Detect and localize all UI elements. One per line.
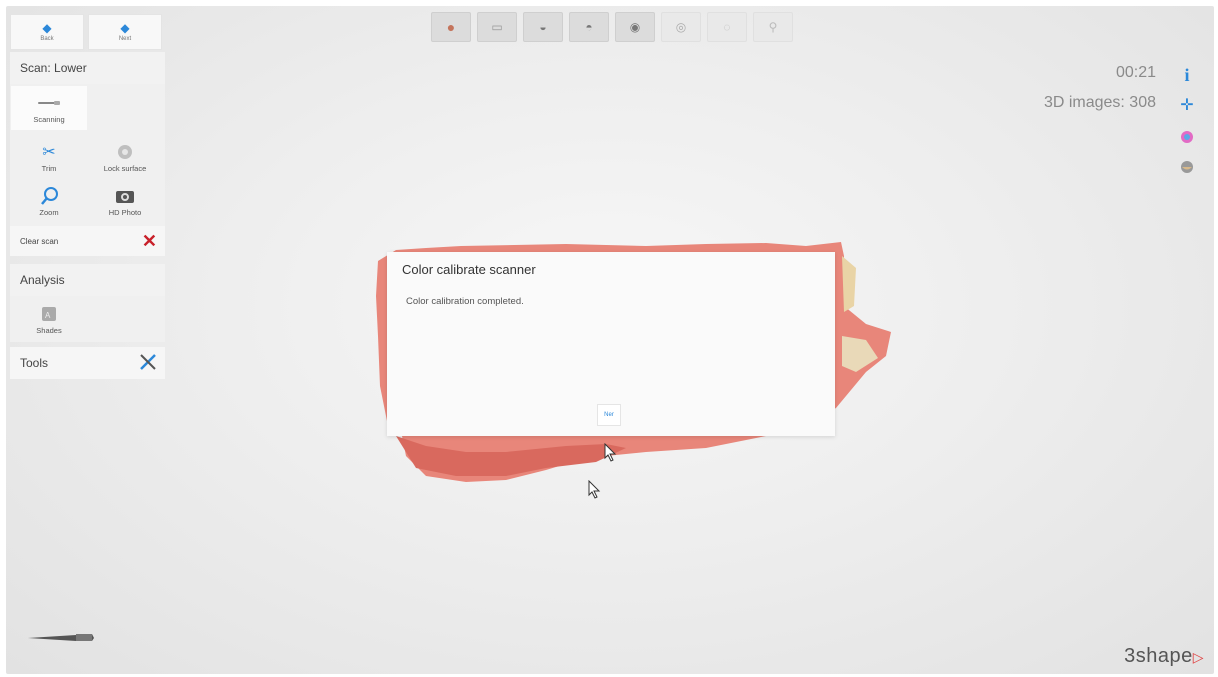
color-wheel-icon (1180, 130, 1194, 149)
next-label: Next (118, 36, 132, 42)
lock-surface-label: Lock surface (103, 163, 147, 173)
back-button[interactable]: ◆ Back (10, 14, 84, 50)
info-icon: i (1184, 64, 1190, 85)
zoom-label: Zoom (39, 207, 59, 217)
mouse-cursor-icon (604, 443, 617, 462)
lower-jaw-icon: ◒ (539, 20, 547, 34)
workflow-analyze-step[interactable]: ◌ (707, 12, 747, 42)
image-count: 3D images: 308 (1043, 94, 1156, 111)
clear-scan-label: Clear scan (20, 236, 59, 246)
send-icon: ⚲ (768, 20, 778, 34)
scan-viewport[interactable]: ◆ Back ◆ Next Scan: Lower Scanning ✂ Tri… (6, 6, 1214, 674)
tools-icon (139, 353, 157, 374)
color-toggle-button[interactable] (1176, 128, 1198, 150)
scanner-icon (36, 93, 62, 113)
magnifier-icon (39, 186, 59, 206)
trim-tool[interactable]: ✂ Trim (11, 136, 87, 178)
shades-label: Shades (36, 325, 62, 335)
color-calibration-dialog: Color calibrate scanner Color calibratio… (387, 252, 835, 436)
brand-logo: 3shape▷ (1124, 645, 1204, 668)
lock-surface-icon (116, 142, 134, 162)
workflow-send-step[interactable]: ⚲ (753, 12, 793, 42)
arrow-left-icon: ◆ (42, 21, 52, 35)
upper-jaw-icon: ◓ (585, 20, 593, 34)
clear-scan-row[interactable]: Clear scan ✕ (10, 226, 165, 256)
order-icon: ▭ (491, 20, 503, 34)
crosshair-icon: ✛ (1180, 97, 1194, 114)
hd-photo-label: HD Photo (108, 207, 142, 217)
post-process-icon: ◎ (675, 20, 687, 34)
workflow-lower-scan-step[interactable]: ◒ (523, 12, 563, 42)
analyze-icon: ◌ (723, 20, 731, 34)
close-icon[interactable]: ✕ (142, 232, 157, 250)
scanner-device-icon (28, 634, 94, 641)
shade-guide-icon: A (41, 304, 57, 324)
dialog-title: Color calibrate scanner (402, 262, 536, 277)
logo-triangle-icon: ▷ (1192, 649, 1204, 665)
zoom-tool[interactable]: Zoom (11, 180, 87, 222)
dialog-message: Color calibration completed. (406, 296, 524, 307)
tooth-view-icon (1180, 160, 1194, 179)
hd-photo-tool[interactable]: HD Photo (87, 180, 163, 222)
workflow-bite-step[interactable]: ◉ (615, 12, 655, 42)
mouse-cursor-icon (588, 480, 601, 499)
next-button[interactable]: ◆ Next (88, 14, 162, 50)
arrow-right-icon: ◆ (120, 21, 130, 35)
shades-tool[interactable]: A Shades (11, 298, 87, 340)
workflow-patient-step[interactable]: ● (431, 12, 471, 42)
workflow-order-step[interactable]: ▭ (477, 12, 517, 42)
workflow-upper-scan-step[interactable]: ◓ (569, 12, 609, 42)
logo-text: 3shape (1124, 645, 1193, 667)
tools-header[interactable]: Tools (10, 347, 165, 379)
svg-text:A: A (45, 311, 51, 320)
scanning-tool[interactable]: Scanning (11, 86, 87, 130)
analysis-header: Analysis (10, 264, 165, 296)
scan-timer: 00:21 (1115, 64, 1156, 81)
center-view-button[interactable]: ✛ (1176, 94, 1198, 116)
lock-surface-tool[interactable]: Lock surface (87, 136, 163, 178)
workflow-post-step[interactable]: ◎ (661, 12, 701, 42)
texture-toggle-button[interactable] (1176, 158, 1198, 180)
camera-icon (115, 186, 135, 206)
scan-header: Scan: Lower (10, 52, 165, 84)
dialog-ok-button[interactable]: Ner (597, 404, 621, 426)
scanning-label: Scanning (33, 114, 65, 124)
workflow-bar: ● ▭ ◒ ◓ ◉ ◎ ◌ ⚲ (431, 12, 793, 42)
info-button[interactable]: i (1176, 64, 1198, 86)
scissors-icon: ✂ (42, 143, 56, 161)
bite-icon: ◉ (629, 20, 641, 34)
trim-label: Trim (41, 163, 57, 173)
back-label: Back (40, 36, 54, 42)
patient-icon: ● (446, 19, 456, 35)
tools-label: Tools (20, 356, 49, 370)
